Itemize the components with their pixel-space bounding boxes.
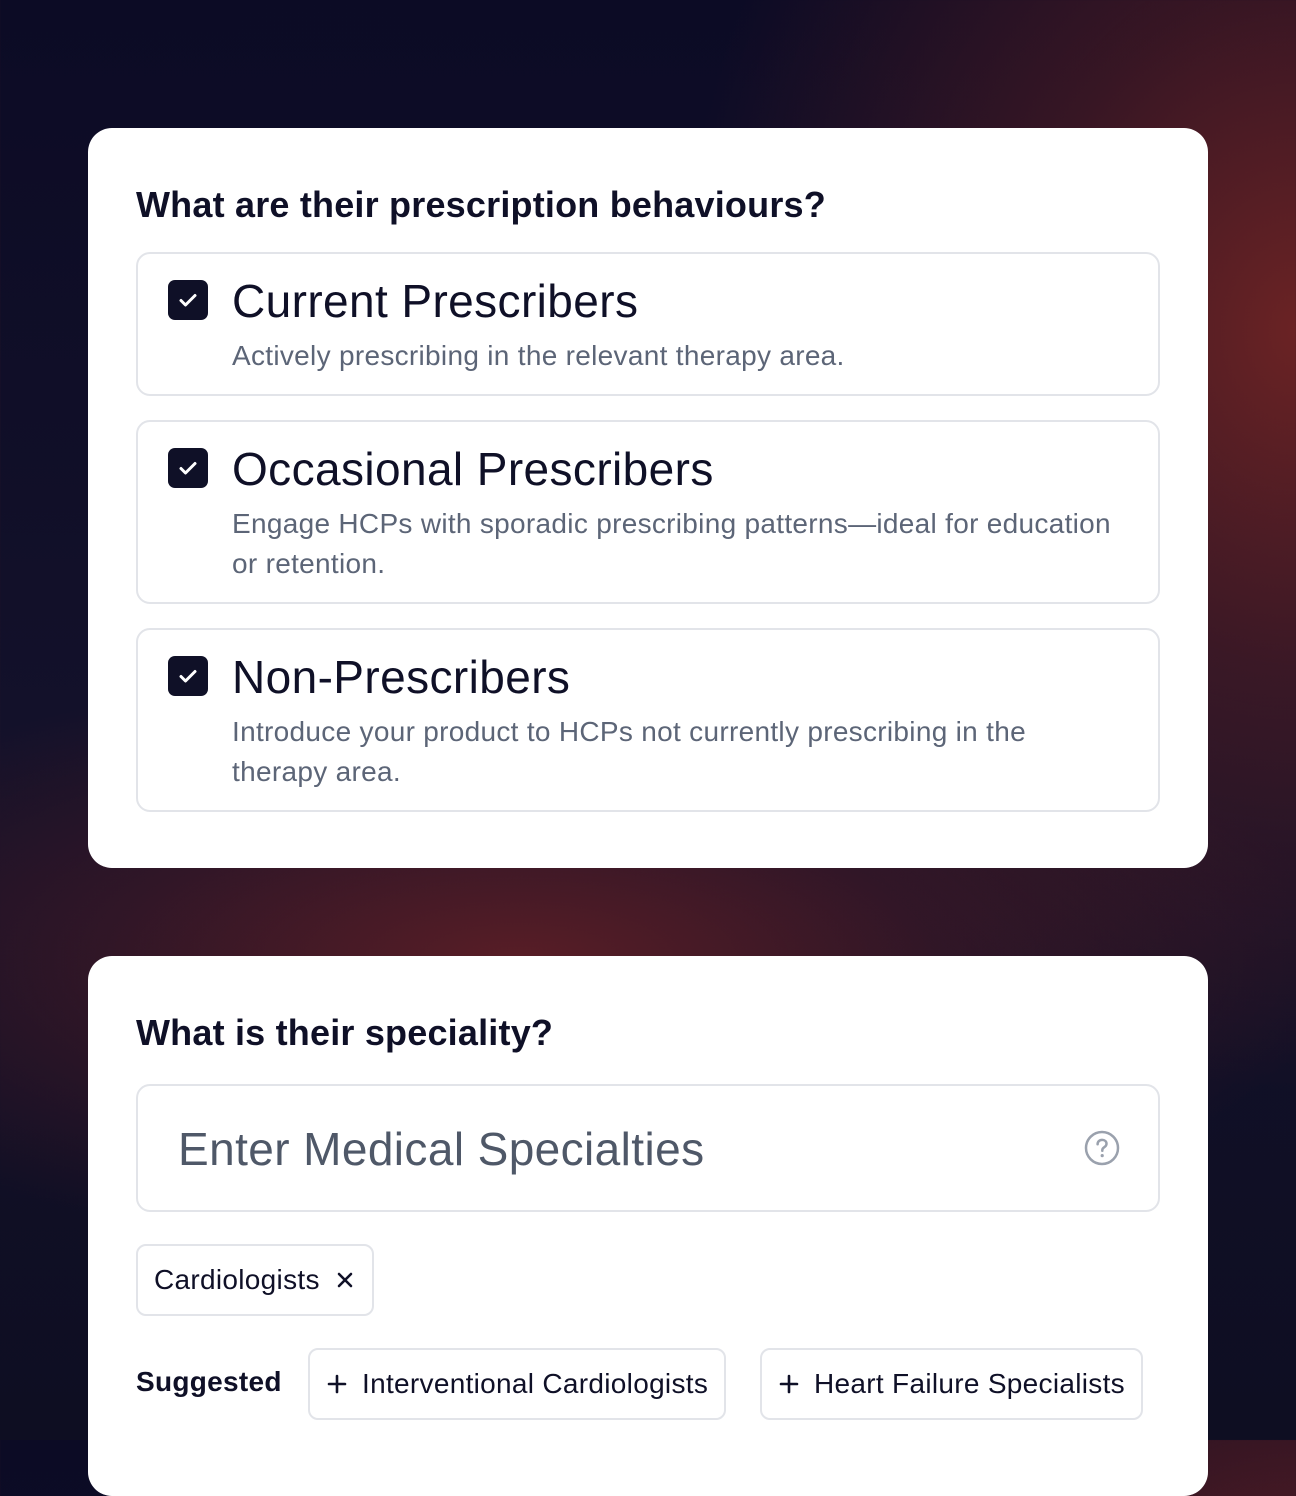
option-label: Non-Prescribers [232,651,571,703]
speciality-search-field[interactable] [136,1084,1160,1212]
prescription-behaviours-title: What are their prescription behaviours? [136,184,826,225]
help-icon[interactable] [1084,1130,1120,1166]
chip-label: Heart Failure Specialists [814,1368,1125,1399]
speciality-search-input[interactable] [176,1116,1040,1182]
option-description: Engage HCPs with sporadic prescribing pa… [232,508,1111,579]
suggested-speciality-chip[interactable]: Heart Failure Specialists [760,1348,1143,1420]
plus-icon [326,1373,348,1395]
option-current-prescribers[interactable]: Current Prescribers Actively prescribing… [136,252,1160,396]
checkbox-checked-icon[interactable] [168,448,208,488]
option-description: Actively prescribing in the relevant the… [232,340,845,371]
close-icon[interactable] [334,1269,356,1291]
speciality-card: What is their speciality? Cardiologists … [88,956,1208,1496]
chip-label: Cardiologists [154,1264,320,1295]
checkbox-checked-icon[interactable] [168,656,208,696]
option-description: Introduce your product to HCPs not curre… [232,716,1026,787]
chip-label: Interventional Cardiologists [362,1368,709,1399]
option-label: Occasional Prescribers [232,443,714,495]
suggested-speciality-chip[interactable]: Interventional Cardiologists [308,1348,727,1420]
prescription-behaviours-card: What are their prescription behaviours? … [88,128,1208,868]
option-label: Current Prescribers [232,275,639,327]
checkbox-checked-icon[interactable] [168,280,208,320]
selected-speciality-chip: Cardiologists [136,1244,374,1316]
option-occasional-prescribers[interactable]: Occasional Prescribers Engage HCPs with … [136,420,1160,604]
speciality-title: What is their speciality? [136,1012,554,1053]
option-non-prescribers[interactable]: Non-Prescribers Introduce your product t… [136,628,1160,812]
plus-icon [778,1373,800,1395]
suggested-label: Suggested [136,1366,282,1397]
